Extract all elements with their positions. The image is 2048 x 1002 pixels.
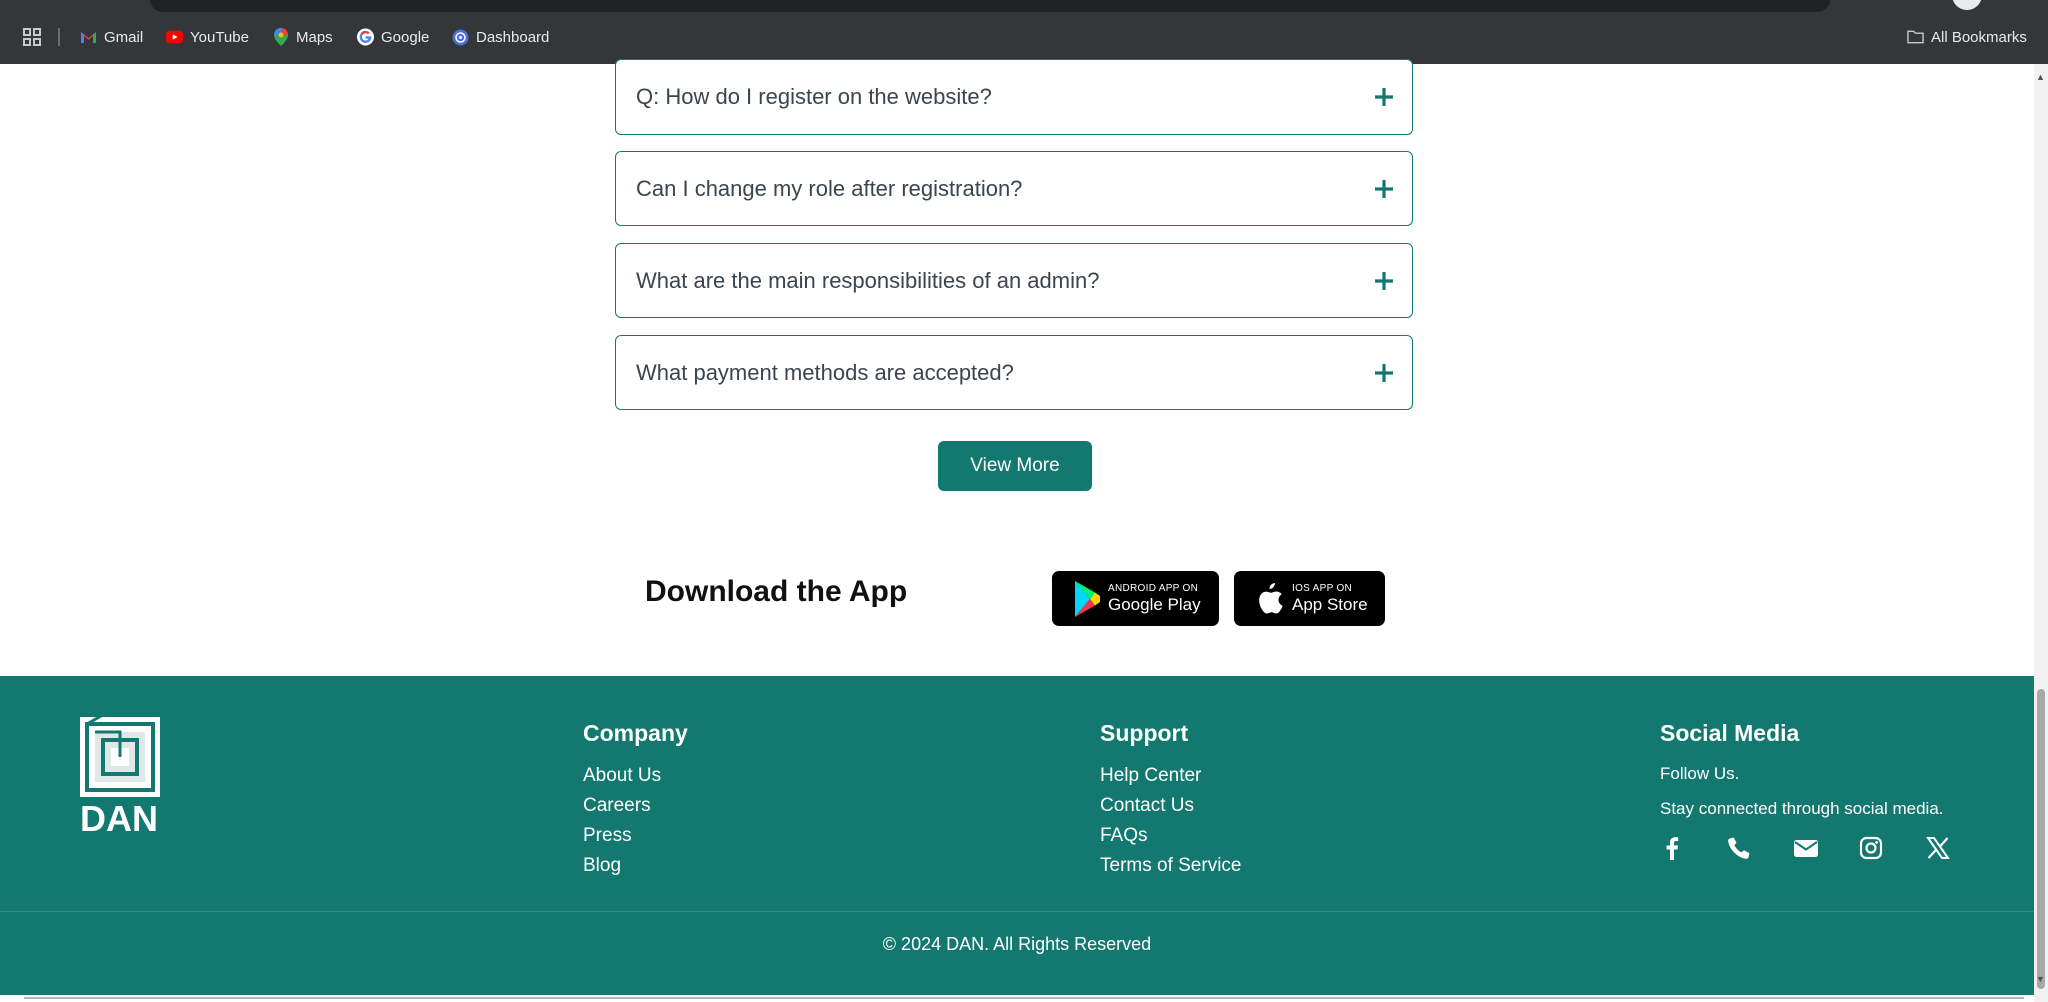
horizontal-scrollbar[interactable] (0, 995, 2034, 1002)
footer: DAN Company About Us Careers Press Blog … (0, 676, 2034, 1002)
maps-icon (272, 28, 289, 46)
support-title: Support (1100, 720, 1189, 746)
phone-icon[interactable] (1727, 836, 1751, 860)
dashboard-icon (452, 29, 469, 46)
apps-grid-icon[interactable] (22, 26, 42, 48)
store-big-label: App Store (1292, 594, 1368, 614)
faq-question: Can I change my role after registration? (636, 175, 1023, 201)
google-play-button[interactable]: ANDROID APP ON Google Play (1052, 571, 1219, 626)
bookmarks-bar: Gmail YouTube Maps Google Dashboard All … (0, 0, 2048, 64)
google-icon (357, 28, 374, 46)
dan-logo-icon[interactable] (79, 716, 161, 798)
youtube-icon (166, 29, 183, 46)
faq-item[interactable]: Q: How do I register on the website? (615, 59, 1413, 135)
x-icon[interactable] (1926, 836, 1950, 860)
faq-item[interactable]: What payment methods are accepted? (615, 335, 1413, 410)
bookmark-dashboard[interactable]: Dashboard (452, 26, 549, 48)
bookmark-gmail[interactable]: Gmail (80, 26, 143, 48)
scrollbar-thumb[interactable] (2037, 689, 2045, 989)
footer-link-about-us[interactable]: About Us (583, 765, 661, 787)
all-bookmarks-label: All Bookmarks (1931, 28, 2027, 46)
footer-link-contact-us[interactable]: Contact Us (1100, 795, 1194, 817)
email-icon[interactable] (1793, 836, 1819, 860)
store-big-label: Google Play (1108, 594, 1201, 614)
bookmark-maps[interactable]: Maps (272, 26, 333, 48)
footer-link-careers[interactable]: Careers (583, 795, 651, 817)
copyright: © 2024 DAN. All Rights Reserved (882, 934, 1152, 954)
store-small-label: IOS APP ON (1292, 582, 1353, 594)
folder-icon (1907, 29, 1924, 46)
bookmark-youtube[interactable]: YouTube (166, 26, 249, 48)
store-small-label: ANDROID APP ON (1108, 582, 1199, 594)
bookmark-label: Maps (296, 28, 333, 46)
faq-question: What are the main responsibilities of an… (636, 267, 1100, 293)
faq-question: What payment methods are accepted? (636, 359, 1014, 385)
view-more-button[interactable]: View More (938, 441, 1092, 491)
plus-icon[interactable] (1374, 363, 1394, 383)
plus-icon[interactable] (1374, 179, 1394, 199)
scroll-down-arrow-icon[interactable]: ▼ (2036, 974, 2045, 984)
social-follow: Follow Us. (1660, 764, 1740, 783)
footer-link-help-center[interactable]: Help Center (1100, 765, 1201, 787)
faq-item[interactable]: What are the main responsibilities of an… (615, 243, 1413, 318)
social-title: Social Media (1660, 720, 1800, 746)
plus-icon[interactable] (1374, 271, 1394, 291)
instagram-icon[interactable] (1859, 836, 1883, 860)
footer-link-faqs[interactable]: FAQs (1100, 825, 1148, 847)
social-tagline: Stay connected through social media. (1660, 799, 1944, 818)
brand-name: DAN (80, 798, 158, 839)
bookmarks-separator (58, 28, 60, 46)
vertical-scrollbar[interactable]: ▲ ▼ (2034, 64, 2048, 1002)
google-play-icon (1074, 580, 1100, 618)
profile-avatar[interactable] (1952, 0, 1982, 10)
bookmark-label: YouTube (190, 28, 249, 46)
bookmark-label: Gmail (104, 28, 144, 46)
faq-question: Q: How do I register on the website? (636, 84, 992, 109)
footer-link-blog[interactable]: Blog (583, 855, 621, 877)
download-title: Download the App (645, 575, 908, 608)
app-store-button[interactable]: IOS APP ON App Store (1234, 571, 1385, 626)
bookmark-label: Dashboard (476, 28, 550, 46)
gmail-icon (80, 29, 97, 46)
all-bookmarks[interactable]: All Bookmarks (1907, 26, 2027, 48)
bookmark-label: Google (381, 28, 430, 46)
bookmark-google[interactable]: Google (357, 26, 429, 48)
plus-icon[interactable] (1374, 87, 1394, 107)
faq-item[interactable]: Can I change my role after registration? (615, 151, 1413, 226)
company-title: Company (583, 720, 688, 746)
facebook-icon[interactable] (1662, 836, 1682, 860)
footer-divider (0, 911, 2034, 912)
footer-link-press[interactable]: Press (583, 825, 632, 847)
address-bar[interactable] (150, 0, 1830, 12)
scroll-up-arrow-icon[interactable]: ▲ (2036, 72, 2045, 82)
apple-icon (1256, 582, 1284, 616)
footer-link-terms[interactable]: Terms of Service (1100, 855, 1241, 877)
